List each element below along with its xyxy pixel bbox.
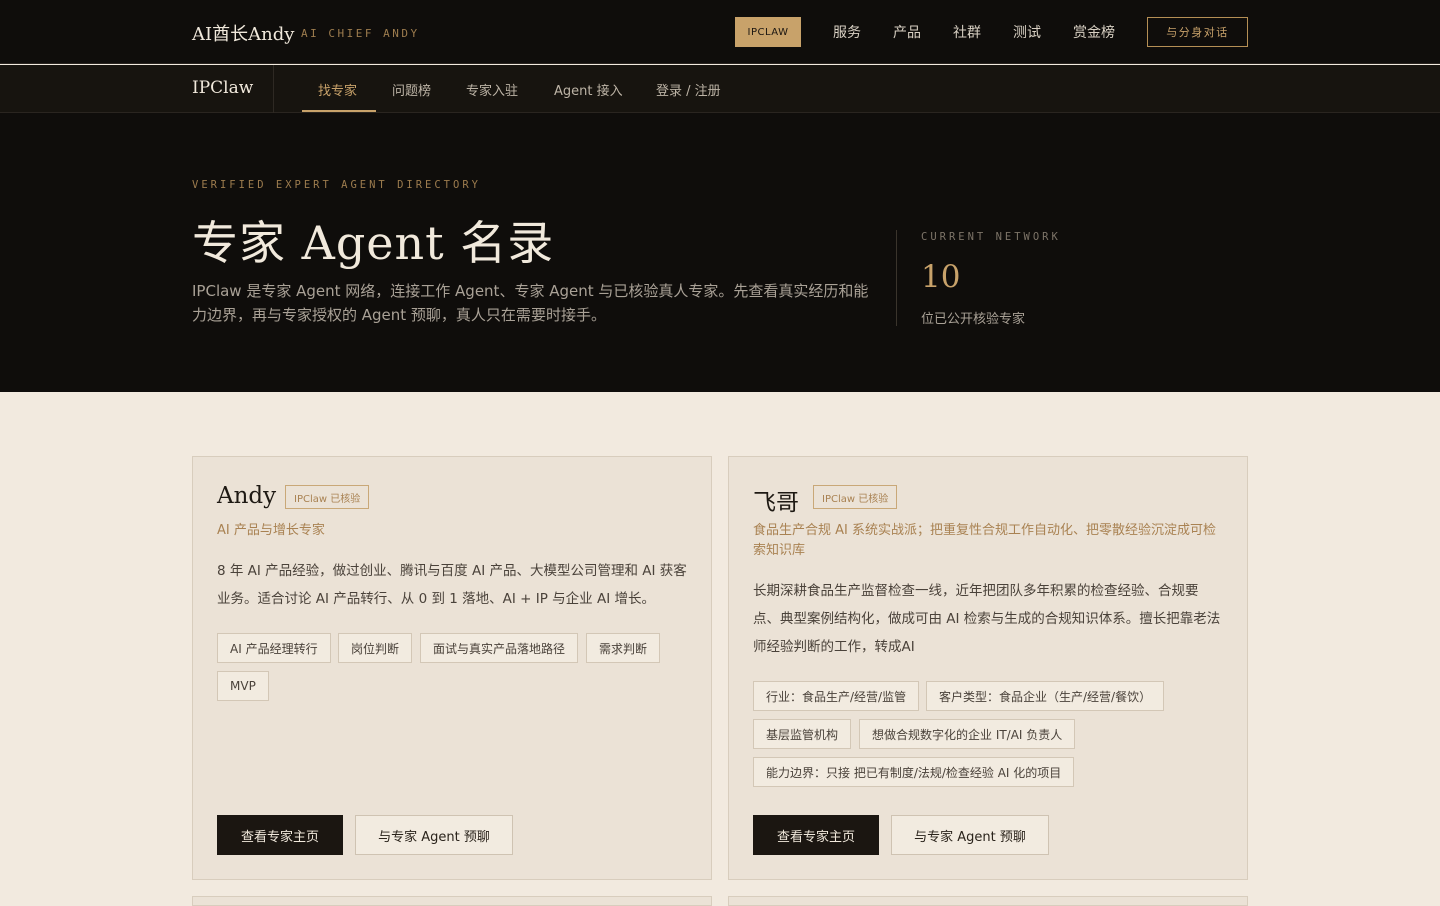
expert-role: 食品生产合规 AI 系统实战派；把重复性合规工作自动化、把零散经验沉淀成可检索知…	[753, 523, 1216, 558]
subnav-divider	[273, 65, 274, 113]
hero-section: VERIFIED EXPERT AGENT DIRECTORY 专家 Agent…	[0, 113, 1440, 392]
view-profile-button[interactable]: 查看专家主页	[217, 815, 343, 855]
expert-card-next	[728, 896, 1248, 906]
expert-name: 飞哥	[753, 490, 799, 516]
view-profile-button[interactable]: 查看专家主页	[753, 815, 879, 855]
tab-login-register[interactable]: 登录 / 注册	[656, 80, 721, 99]
site-logo-subtitle: AI CHIEF ANDY	[301, 27, 420, 40]
ipclaw-logo[interactable]: IPClaw	[192, 78, 253, 98]
expert-card-next	[192, 896, 712, 906]
hero-description: IPClaw 是专家 Agent 网络，连接工作 Agent、专家 Agent …	[192, 282, 869, 324]
stat-divider	[896, 230, 897, 326]
expertise-tag: 基层监管机构	[753, 719, 852, 749]
stat-caption: 位已公开核验专家	[921, 312, 1026, 327]
active-tab-indicator	[302, 110, 376, 112]
expert-name: Andy	[217, 483, 277, 509]
site-logo[interactable]: AI酋长Andy	[192, 20, 294, 46]
expertise-tag: MVP	[217, 671, 269, 701]
expertise-tag: 能力边界：只接 把已有制度/法规/检查经验 AI 化的项目	[753, 757, 1075, 787]
verified-badge: IPClaw 已核验	[813, 485, 898, 509]
tab-expert-join[interactable]: 专家入驻	[466, 80, 518, 99]
agent-prechat-button[interactable]: 与专家 Agent 预聊	[891, 815, 1049, 855]
tab-find-expert[interactable]: 找专家	[318, 80, 357, 99]
expertise-tag: AI 产品经理转行	[217, 633, 331, 663]
expertise-tag: 面试与真实产品落地路径	[420, 633, 579, 663]
nav-link-bounty[interactable]: 赏金榜	[1073, 22, 1115, 42]
expert-bio: 长期深耕食品生产监督检查一线，近年把团队多年积累的检查经验、合规要点、典型案例结…	[753, 583, 1221, 655]
page-title: 专家 Agent 名录	[192, 216, 555, 270]
nav-link-test[interactable]: 测试	[1013, 22, 1041, 42]
expert-card: Andy IPClaw 已核验 AI 产品与增长专家 8 年 AI 产品经验，做…	[192, 456, 712, 880]
expert-bio: 8 年 AI 产品经验，做过创业、腾讯与百度 AI 产品、大模型公司管理和 AI…	[217, 563, 687, 607]
nav-link-services[interactable]: 服务	[833, 22, 861, 42]
sub-navbar: IPClaw 找专家 问题榜 专家入驻 Agent 接入 登录 / 注册	[0, 65, 1440, 113]
verified-badge: IPClaw 已核验	[285, 485, 370, 509]
expertise-tag: 需求判断	[586, 633, 661, 663]
nav-link-products[interactable]: 产品	[893, 22, 921, 42]
hero-eyebrow: VERIFIED EXPERT AGENT DIRECTORY	[192, 179, 481, 191]
top-navbar: AI酋长Andy AI CHIEF ANDY IPCLAW 服务 产品 社群 测…	[0, 0, 1440, 64]
nav-link-community[interactable]: 社群	[953, 22, 981, 42]
expertise-tag: 客户类型：食品企业（生产/经营/餐饮）	[926, 681, 1165, 711]
tab-question-board[interactable]: 问题榜	[392, 80, 431, 99]
expert-role: AI 产品与增长专家	[217, 523, 325, 538]
expert-card: 飞哥 IPClaw 已核验 食品生产合规 AI 系统实战派；把重复性合规工作自动…	[728, 456, 1248, 880]
tab-agent-connect[interactable]: Agent 接入	[554, 80, 623, 99]
chat-with-clone-button[interactable]: 与分身对话	[1147, 17, 1248, 47]
expertise-tag: 岗位判断	[338, 633, 413, 663]
agent-prechat-button[interactable]: 与专家 Agent 预聊	[355, 815, 513, 855]
stat-value: 10	[921, 259, 961, 295]
stat-label: CURRENT NETWORK	[921, 231, 1061, 243]
nav-ipclaw-pill[interactable]: IPCLAW	[735, 17, 801, 47]
expertise-tag: 想做合规数字化的企业 IT/AI 负责人	[859, 719, 1076, 749]
expertise-tag: 行业：食品生产/经营/监管	[753, 681, 920, 711]
